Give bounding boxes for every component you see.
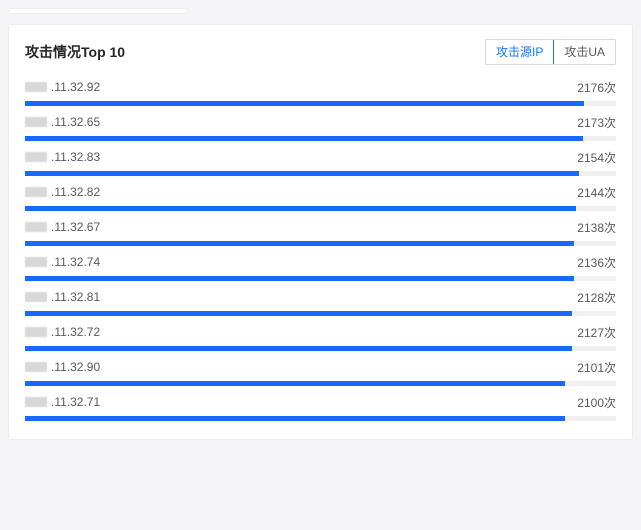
ip-masked-prefix bbox=[25, 257, 47, 267]
bar-fill bbox=[25, 416, 565, 421]
bar-fill bbox=[25, 241, 574, 246]
bar-fill bbox=[25, 311, 572, 316]
bar-row: .11.32.82 2144次 bbox=[25, 184, 616, 211]
ip-label-wrap: .11.32.82 bbox=[25, 185, 100, 199]
ip-label-wrap: .11.32.71 bbox=[25, 395, 100, 409]
bar-fill bbox=[25, 346, 572, 351]
bar-row-header: .11.32.90 2101次 bbox=[25, 359, 616, 376]
bar-row-header: .11.32.67 2138次 bbox=[25, 219, 616, 236]
bar-track bbox=[25, 276, 616, 281]
attack-count: 2173次 bbox=[577, 114, 616, 131]
attack-count: 2154次 bbox=[577, 149, 616, 166]
bar-row: .11.32.83 2154次 bbox=[25, 149, 616, 176]
ip-label-wrap: .11.32.81 bbox=[25, 290, 100, 304]
tab-attack-source-ip[interactable]: 攻击源IP bbox=[486, 40, 553, 64]
attack-count: 2138次 bbox=[577, 219, 616, 236]
ip-label-wrap: .11.32.67 bbox=[25, 220, 100, 234]
ip-masked-prefix bbox=[25, 362, 47, 372]
ip-suffix: .11.32.71 bbox=[51, 395, 100, 409]
bar-fill bbox=[25, 381, 565, 386]
bar-row: .11.32.72 2127次 bbox=[25, 324, 616, 351]
bar-row: .11.32.74 2136次 bbox=[25, 254, 616, 281]
ip-suffix: .11.32.92 bbox=[51, 80, 100, 94]
bar-track bbox=[25, 171, 616, 176]
tab-attack-ua[interactable]: 攻击UA bbox=[553, 40, 615, 64]
bar-row: .11.32.90 2101次 bbox=[25, 359, 616, 386]
bar-row-header: .11.32.65 2173次 bbox=[25, 114, 616, 131]
bar-fill bbox=[25, 206, 576, 211]
ip-suffix: .11.32.82 bbox=[51, 185, 100, 199]
attack-count: 2176次 bbox=[577, 79, 616, 96]
ip-label-wrap: .11.32.74 bbox=[25, 255, 100, 269]
ip-label-wrap: .11.32.65 bbox=[25, 115, 100, 129]
ip-masked-prefix bbox=[25, 327, 47, 337]
bar-fill bbox=[25, 171, 579, 176]
bar-list: .11.32.92 2176次 .11.32.65 2173次 .11.32.83 215… bbox=[25, 79, 616, 421]
bar-row-header: .11.32.72 2127次 bbox=[25, 324, 616, 341]
ip-suffix: .11.32.74 bbox=[51, 255, 100, 269]
bar-row: .11.32.81 2128次 bbox=[25, 289, 616, 316]
bar-track bbox=[25, 416, 616, 421]
ip-masked-prefix bbox=[25, 117, 47, 127]
attack-count: 2100次 bbox=[577, 394, 616, 411]
ip-masked-prefix bbox=[25, 222, 47, 232]
bar-track bbox=[25, 311, 616, 316]
attack-count: 2136次 bbox=[577, 254, 616, 271]
ip-masked-prefix bbox=[25, 152, 47, 162]
bar-fill bbox=[25, 101, 584, 106]
bar-track bbox=[25, 206, 616, 211]
bar-row: .11.32.65 2173次 bbox=[25, 114, 616, 141]
ip-suffix: .11.32.72 bbox=[51, 325, 100, 339]
attack-count: 2128次 bbox=[577, 289, 616, 306]
ip-suffix: .11.32.90 bbox=[51, 360, 100, 374]
bar-fill bbox=[25, 276, 574, 281]
panel-header: 攻击情况Top 10 攻击源IP 攻击UA bbox=[25, 39, 616, 65]
bar-row: .11.32.71 2100次 bbox=[25, 394, 616, 421]
bar-row: .11.32.92 2176次 bbox=[25, 79, 616, 106]
bar-track bbox=[25, 101, 616, 106]
ip-suffix: .11.32.83 bbox=[51, 150, 100, 164]
attack-top10-panel: 攻击情况Top 10 攻击源IP 攻击UA .11.32.922176次.11.… bbox=[8, 24, 633, 440]
ip-label-wrap: .11.32.92 bbox=[25, 80, 100, 94]
ip-suffix: .11.32.67 bbox=[51, 220, 100, 234]
attack-count: 2144次 bbox=[577, 184, 616, 201]
bar-track bbox=[25, 241, 616, 246]
bar-row: .11.32.67 2138次 bbox=[25, 219, 616, 246]
ip-masked-prefix bbox=[25, 397, 47, 407]
ip-masked-prefix bbox=[25, 82, 47, 92]
bar-track bbox=[25, 346, 616, 351]
attack-count: 2127次 bbox=[577, 324, 616, 341]
bar-row-header: .11.32.74 2136次 bbox=[25, 254, 616, 271]
ip-label-wrap: .11.32.72 bbox=[25, 325, 100, 339]
attack-count: 2101次 bbox=[577, 359, 616, 376]
bar-row-header: .11.32.83 2154次 bbox=[25, 149, 616, 166]
bar-row-header: .11.32.81 2128次 bbox=[25, 289, 616, 306]
bar-row-header: .11.32.92 2176次 bbox=[25, 79, 616, 96]
ip-suffix: .11.32.65 bbox=[51, 115, 100, 129]
bar-track bbox=[25, 381, 616, 386]
panel-title: 攻击情况Top 10 bbox=[25, 42, 125, 62]
ip-masked-prefix bbox=[25, 187, 47, 197]
bar-fill bbox=[25, 136, 583, 141]
ip-label-wrap: .11.32.90 bbox=[25, 360, 100, 374]
bar-row-header: .11.32.82 2144次 bbox=[25, 184, 616, 201]
tab-switch: 攻击源IP 攻击UA bbox=[485, 39, 616, 65]
bar-track bbox=[25, 136, 616, 141]
ip-masked-prefix bbox=[25, 292, 47, 302]
bar-row-header: .11.32.71 2100次 bbox=[25, 394, 616, 411]
previous-panel-stub bbox=[8, 8, 188, 14]
ip-suffix: .11.32.81 bbox=[51, 290, 100, 304]
ip-label-wrap: .11.32.83 bbox=[25, 150, 100, 164]
